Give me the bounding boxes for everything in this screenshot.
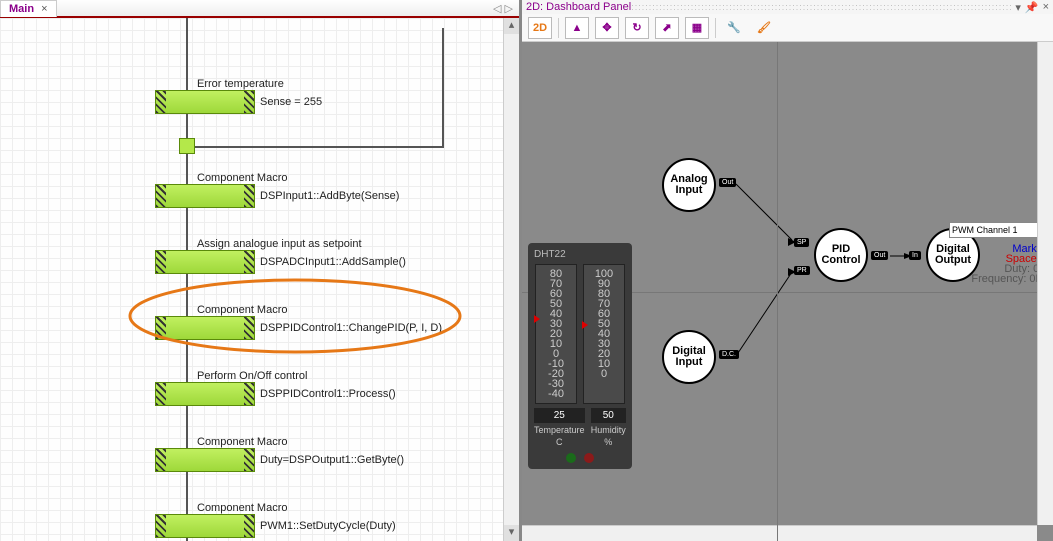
port-dc[interactable]: D.C. xyxy=(719,350,739,359)
port-out-pid[interactable]: Out xyxy=(871,251,888,260)
flow-junction xyxy=(179,138,195,154)
port-out[interactable]: Out xyxy=(719,178,736,187)
port-pr[interactable]: PR xyxy=(794,266,810,275)
block-subtitle: Duty=DSPOutput1::GetByte() xyxy=(260,454,404,466)
close-icon[interactable]: × xyxy=(41,3,47,15)
block-title: Component Macro xyxy=(197,502,288,514)
port-in[interactable]: In xyxy=(909,251,921,260)
port-sp[interactable]: SP xyxy=(794,238,809,247)
temperature-gauge: 80706050403020100-10-20-30-40 xyxy=(535,264,577,404)
flowchart-block[interactable] xyxy=(155,90,255,114)
dashboard-toolbar: 2D ▲ ✥ ↻ ⬈ ▦ 🔧 🖌 xyxy=(522,14,1053,42)
block-subtitle: DSPPIDControl1::Process() xyxy=(260,388,396,400)
block-subtitle: Sense = 255 xyxy=(260,96,322,108)
flowchart-block[interactable] xyxy=(155,382,255,406)
view-2d-button[interactable]: 2D xyxy=(528,17,552,39)
block-title: Component Macro xyxy=(197,172,288,184)
panel-title: 2D: Dashboard Panel xyxy=(526,1,631,13)
hum-label: Humidity xyxy=(591,425,626,435)
wrench-icon[interactable]: 🔧 xyxy=(722,17,746,39)
block-title: Component Macro xyxy=(197,436,288,448)
cursor-tool-button[interactable]: ▲ xyxy=(565,17,589,39)
pwm-stats: Mark: 0 Space: 0 Duty: 0% Frequency: 0Hz xyxy=(949,244,1049,284)
dash-hscroll[interactable] xyxy=(522,525,1037,541)
dht22-widget[interactable]: DHT22 80706050403020100-10-20-30-40 1009… xyxy=(528,243,632,469)
grid-button[interactable]: ▦ xyxy=(685,17,709,39)
header-dots: ::::::::::::::::::::::::::::::::::::::::… xyxy=(631,2,1011,12)
dht-title: DHT22 xyxy=(534,249,626,260)
hum-value: 50 xyxy=(591,408,626,423)
scroll-up-icon[interactable]: ▴ xyxy=(504,18,519,34)
led-red xyxy=(584,453,594,463)
dashboard-canvas[interactable]: DHT22 80706050403020100-10-20-30-40 1009… xyxy=(522,42,1053,541)
pwm-channel-label[interactable]: PWM Channel 1 xyxy=(949,222,1049,238)
pan-tool-button[interactable]: ✥ xyxy=(595,17,619,39)
block-title: Error temperature xyxy=(197,78,284,90)
close-panel-icon[interactable]: × xyxy=(1043,1,1049,13)
temp-pointer-icon xyxy=(534,315,540,323)
temp-value: 25 xyxy=(534,408,585,423)
pwm-freq: Frequency: 0Hz xyxy=(949,274,1049,284)
temp-unit: C xyxy=(534,437,585,447)
flowchart-canvas[interactable]: Error temperature Sense = 255 Component Ma… xyxy=(0,18,519,541)
block-subtitle: PWM1::SetDutyCycle(Duty) xyxy=(260,520,396,532)
block-subtitle: DSPInput1::AddByte(Sense) xyxy=(260,190,399,202)
brush-icon[interactable]: 🖌 xyxy=(752,17,776,39)
scroll-down-icon[interactable]: ▾ xyxy=(504,525,519,541)
flowchart-tabbar: Main × ◁ ▷ xyxy=(0,0,519,18)
node-digital-input[interactable]: DigitalInput xyxy=(662,330,716,384)
hum-pointer-icon xyxy=(582,321,588,329)
dashboard-header: 2D: Dashboard Panel ::::::::::::::::::::… xyxy=(522,0,1053,14)
block-subtitle: DSPADCInput1::AddSample() xyxy=(260,256,406,268)
node-pid-control[interactable]: PIDControl xyxy=(814,228,868,282)
flowchart-block[interactable] xyxy=(155,514,255,538)
flowchart-block[interactable] xyxy=(155,184,255,208)
temp-label: Temperature xyxy=(534,425,585,435)
window-dropdown-icon[interactable]: ▾ xyxy=(1015,1,1021,14)
block-title: Assign analogue input as setpoint xyxy=(197,238,362,250)
node-analog-input[interactable]: AnalogInput xyxy=(662,158,716,212)
block-title: Perform On/Off control xyxy=(197,370,307,382)
tab-label: Main xyxy=(9,3,34,15)
tab-nav-arrows[interactable]: ◁ ▷ xyxy=(493,2,519,15)
tab-main[interactable]: Main × xyxy=(0,0,57,17)
rotate-tool-button[interactable]: ↻ xyxy=(625,17,649,39)
led-green xyxy=(566,453,576,463)
popout-button[interactable]: ⬈ xyxy=(655,17,679,39)
flowchart-block[interactable] xyxy=(155,250,255,274)
dash-vscroll[interactable] xyxy=(1037,42,1053,525)
hum-unit: % xyxy=(591,437,626,447)
flowchart-block[interactable] xyxy=(155,448,255,472)
highlight-circle xyxy=(120,276,470,356)
humidity-gauge: 1009080706050403020100 xyxy=(583,264,625,404)
pin-icon[interactable]: 📌 xyxy=(1025,1,1039,14)
vertical-scrollbar[interactable]: ▴ ▾ xyxy=(503,18,519,541)
